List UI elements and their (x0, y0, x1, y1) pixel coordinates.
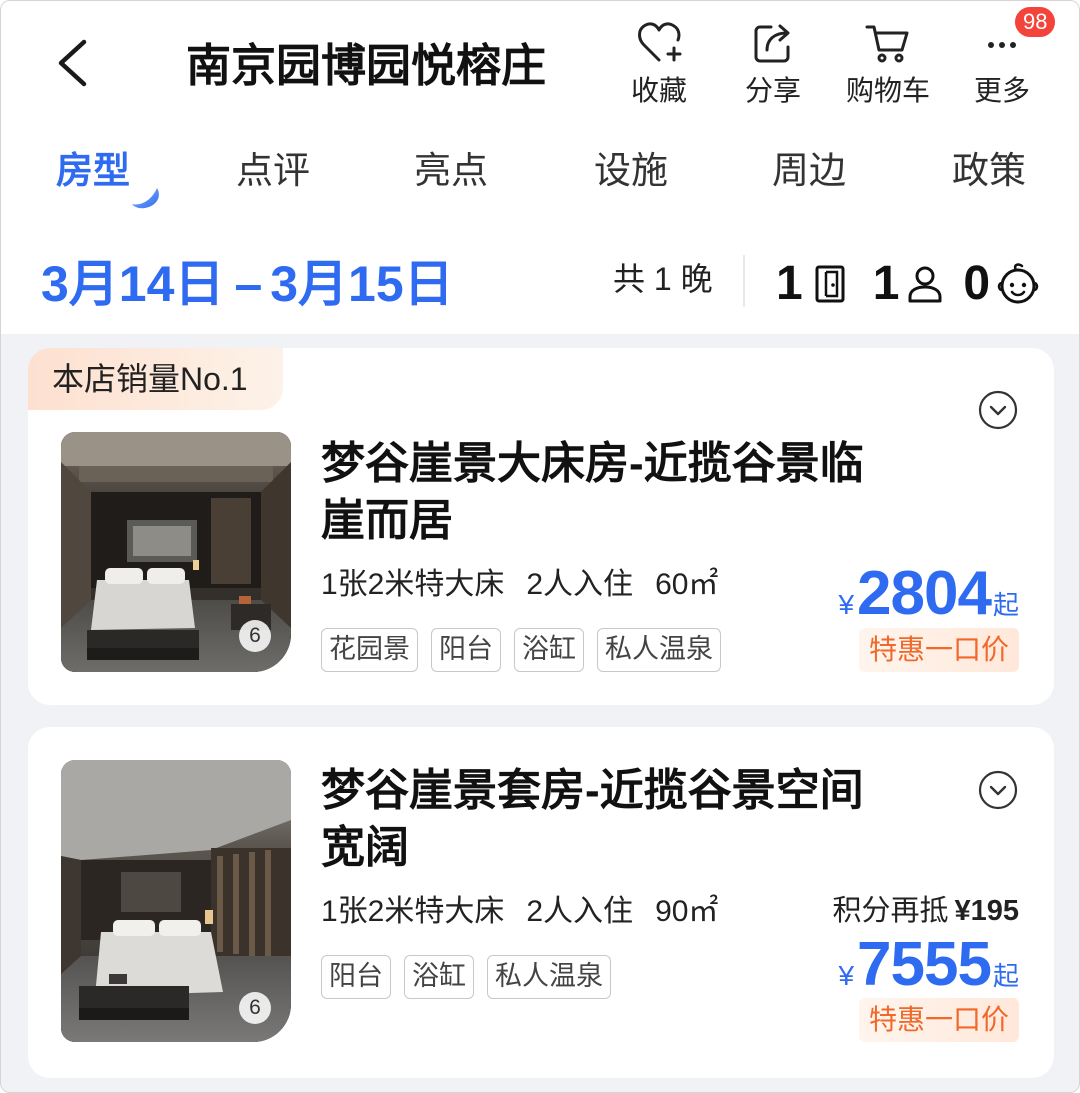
favorite-button[interactable]: 收藏 (604, 19, 714, 109)
favorite-label: 收藏 (630, 75, 687, 106)
currency-symbol: ¥ (838, 960, 855, 991)
room-tags: 阳台 浴缸 私人温泉 (321, 955, 611, 999)
adult-icon (908, 266, 942, 303)
area-info: 60㎡ (655, 568, 719, 601)
chevron-left-icon (58, 39, 87, 87)
tab-label: 点评 (236, 150, 310, 191)
share-button[interactable]: 分享 (718, 19, 828, 109)
hotel-header: 南京园博园悦榕庄 收藏 分享 购物车 更多 98 房型 点评 亮点 设施 周边 … (1, 1, 1079, 334)
more-button[interactable]: 更多 98 (947, 5, 1058, 109)
cart-icon (865, 25, 909, 63)
room-card[interactable]: 6 梦谷崖景套房-近揽谷景空间宽阔 1张2米特大床 2人入住 90㎡ 积分再抵 ¥19… (28, 727, 1054, 1078)
guest-info: 2人入住 (526, 568, 634, 601)
tab-facilities[interactable]: 设施 (571, 146, 691, 196)
photo-count-badge: 6 (239, 620, 271, 652)
room-name: 梦谷崖景大床房-近揽谷景临崖而居 (321, 439, 864, 545)
bed-info: 1张2米特大床 (321, 895, 505, 928)
room-details: 1张2米特大床 2人入住 90㎡ (321, 892, 718, 932)
hotel-detail-page: 南京园博园悦榕庄 收藏 分享 购物车 更多 98 房型 点评 亮点 设施 周边 … (0, 0, 1080, 1093)
room-tag: 阳台 (431, 628, 501, 672)
cart-button[interactable]: 购物车 (833, 19, 943, 109)
back-button[interactable] (51, 37, 95, 89)
more-label: 更多 (973, 75, 1030, 106)
points-value: ¥195 (954, 895, 1019, 927)
photo-count-badge: 6 (239, 992, 271, 1024)
tab-label: 房型 (56, 150, 130, 191)
room-tag: 私人温泉 (597, 628, 721, 672)
price-amount: 7555 (857, 930, 992, 999)
room-details: 1张2米特大床 2人入住 60㎡ (321, 565, 718, 605)
area-info: 90㎡ (655, 895, 719, 928)
adult-count: 1 (872, 257, 900, 310)
room-photo[interactable]: 6 (61, 432, 291, 672)
guest-info: 2人入住 (526, 895, 634, 928)
best-seller-badge: 本店销量No.1 (28, 348, 283, 410)
price-amount: 2804 (857, 559, 992, 628)
active-tab-indicator (132, 188, 159, 209)
share-icon (754, 24, 790, 63)
room-tag: 浴缸 (404, 955, 474, 999)
points-label: 积分再抵 (832, 895, 949, 927)
date-separator: – (234, 256, 263, 312)
tab-label: 政策 (952, 150, 1026, 191)
heart-plus-icon (638, 22, 682, 62)
room-count: 1 (776, 257, 803, 310)
checkout-date: 3月15日 (270, 256, 454, 312)
room-name: 梦谷崖景套房-近揽谷景空间宽阔 (321, 766, 864, 872)
points-discount: 积分再抵 ¥195 (832, 891, 1019, 931)
tab-label: 周边 (772, 150, 846, 191)
currency-symbol: ¥ (838, 589, 855, 620)
child-icon (997, 263, 1039, 304)
tab-policies[interactable]: 政策 (929, 146, 1049, 196)
room-tags: 花园景 阳台 浴缸 私人温泉 (321, 628, 721, 672)
tab-nearby[interactable]: 周边 (749, 146, 869, 196)
deal-label: 特惠一口价 (858, 628, 1019, 672)
notification-badge: 98 (1013, 5, 1058, 39)
room-tag: 私人温泉 (487, 955, 611, 999)
divider (743, 255, 745, 307)
child-count: 0 (963, 257, 991, 310)
hotel-name: 南京园博园悦榕庄 (186, 40, 547, 91)
night-count: 共 1 晚 (613, 261, 713, 297)
bed-info: 1张2米特大床 (321, 568, 505, 601)
room-tag: 阳台 (321, 955, 391, 999)
room-card[interactable]: 本店销量No.1 6 梦谷崖景大床房-近揽谷景临崖而居 1张2米特大床 2人入住… (28, 348, 1054, 705)
share-label: 分享 (744, 75, 801, 106)
price-suffix: 起 (992, 961, 1019, 991)
door-icon (815, 265, 845, 303)
chevron-down-circle-icon[interactable] (978, 770, 1018, 810)
chevron-down-circle-icon[interactable] (978, 390, 1018, 430)
tab-label: 设施 (594, 150, 668, 191)
room-tag: 浴缸 (514, 628, 584, 672)
room-tag: 花园景 (321, 628, 418, 672)
tab-reviews[interactable]: 点评 (213, 146, 333, 196)
tab-room-types[interactable]: 房型 (33, 146, 159, 209)
checkin-date: 3月14日 (41, 256, 225, 312)
date-range-selector[interactable]: 3月14日 –3月15日 (41, 253, 454, 315)
occupancy-selector[interactable]: 1 1 0 (776, 253, 1040, 315)
tab-label: 亮点 (414, 150, 488, 191)
room-photo[interactable]: 6 (61, 760, 291, 1042)
deal-label: 特惠一口价 (858, 998, 1019, 1042)
price-suffix: 起 (992, 590, 1019, 620)
cart-label: 购物车 (845, 75, 930, 106)
tab-highlights[interactable]: 亮点 (391, 146, 511, 196)
